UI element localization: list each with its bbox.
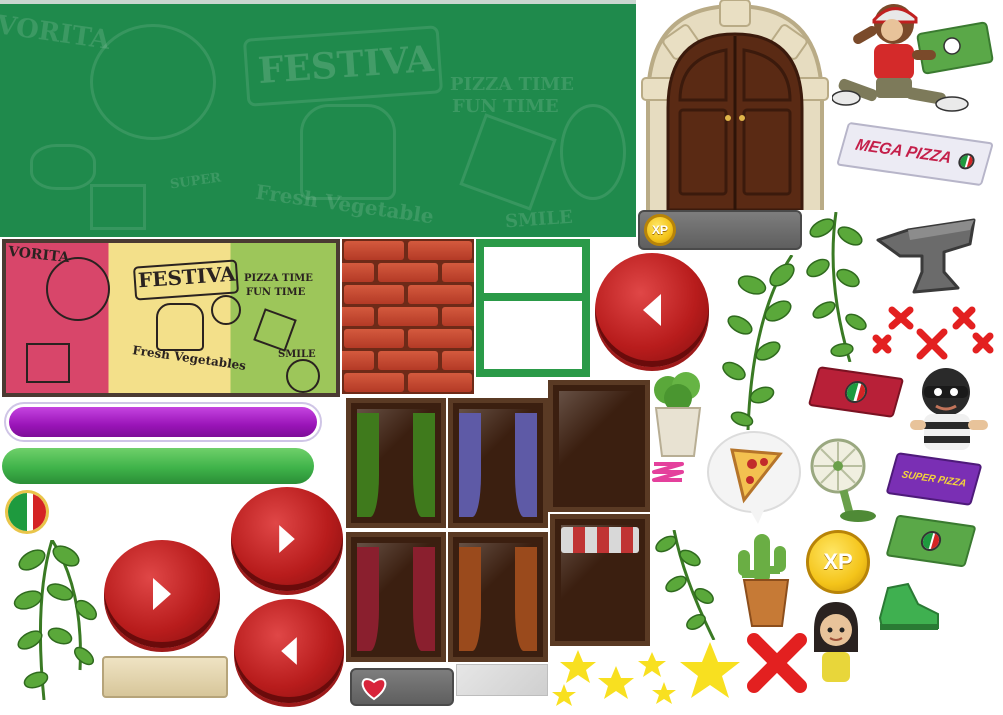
back-icon (281, 637, 297, 665)
banner-tomato-shape (90, 24, 216, 140)
banner-leaf-shape (30, 144, 96, 190)
girl-character (808, 600, 864, 686)
hanging-vine-left (4, 540, 100, 700)
pizza-logo-icon (956, 152, 977, 171)
pizza-slice-speech-bubble (706, 430, 802, 524)
green-pizza-box (885, 514, 977, 568)
red-pizza-box (807, 366, 905, 418)
banner-word-super: SUPER (169, 170, 223, 193)
purple-progress-fill (9, 407, 317, 437)
robber-character (910, 364, 990, 454)
tri-word-smile: SMILE (278, 349, 316, 360)
tri-pizza-slice-shape (253, 308, 297, 352)
banner-word-favorita: VORITA (0, 10, 112, 56)
big-red-x-icon (744, 630, 810, 696)
xp-counter-plate: XP (638, 210, 802, 250)
hearts-counter-plate (350, 668, 454, 706)
banner-word-smile: SMILE (504, 206, 574, 233)
tri-mushroom-shape (156, 303, 204, 351)
green-window-frame (476, 239, 590, 377)
mega-pizza-box: MEGA PIZZA (836, 121, 994, 187)
tri-tomato-shape (46, 257, 110, 321)
banner-car-shape (90, 184, 146, 230)
pizza-logo-icon (918, 529, 944, 553)
xp-coin-label: XP (651, 223, 668, 237)
red-x-marks-cluster (868, 304, 998, 362)
xp-coin-large-icon: XP (806, 530, 870, 594)
hanging-vine-right (806, 212, 872, 362)
stone-slab (102, 656, 228, 698)
play-button-small[interactable] (231, 487, 343, 591)
play-button-large[interactable] (104, 540, 220, 648)
banner-pizza-slice-shape (459, 113, 557, 211)
potted-cactus (730, 528, 800, 628)
super-pizza-box-label: SUPER PIZZA (900, 468, 968, 490)
door-with-stone-arch[interactable] (640, 0, 830, 212)
festive-banner: VORITA FESTIVA PIZZA TIME FUN TIME Fresh… (0, 0, 636, 237)
small-stars-cluster (552, 648, 682, 710)
pizza-logo-icon (842, 379, 870, 405)
hanging-vine-small (654, 530, 728, 640)
window-striped-awning (550, 514, 650, 646)
hanging-vine-center (712, 255, 806, 430)
super-pizza-box: SUPER PIZZA (885, 452, 983, 506)
pink-spring (650, 460, 686, 488)
tricolor-festiva-banner: VORITA FESTIVA PIZZA TIME FUN TIME Fresh… (2, 239, 340, 397)
back-icon (643, 294, 661, 326)
xp-coin-large-label: XP (823, 549, 853, 574)
window-green-curtain (346, 398, 446, 528)
banner-mushroom-shape (300, 104, 396, 200)
window-blue-curtain (448, 398, 548, 528)
window-red-curtain (346, 532, 446, 662)
green-shoe (878, 582, 942, 634)
play-icon (279, 525, 295, 553)
brick-wall-tile (342, 239, 474, 394)
green-progress-bar (2, 448, 314, 484)
heart-icon (361, 678, 387, 701)
back-button-small[interactable] (234, 599, 344, 703)
banner-word-fun-time: FUN TIME (452, 96, 559, 117)
delivery-monkey-character (831, 0, 1002, 118)
window-plain-glass (548, 380, 650, 512)
electric-fan (808, 434, 878, 524)
banner-bike-wheel-shape (560, 104, 626, 200)
play-icon (153, 578, 171, 610)
tri-word-fun-time: FUN TIME (246, 287, 306, 298)
tri-building-shape (26, 343, 70, 383)
tri-pepper-shape (211, 295, 241, 325)
tri-word-pizza-time: PIZZA TIME (244, 273, 313, 284)
mega-pizza-box-label: MEGA PIZZA (853, 136, 954, 168)
tri-bike-wheel-shape (286, 359, 320, 393)
xp-coin-icon: XP (644, 214, 676, 246)
banner-word-pizza-time: PIZZA TIME (450, 74, 574, 95)
back-button-large[interactable] (595, 253, 709, 367)
pizza-logo-badge-icon (5, 490, 49, 534)
window-orange-curtain (448, 532, 548, 662)
anvil (874, 210, 980, 300)
purple-progress-track (4, 402, 322, 442)
large-star-icon (678, 640, 742, 704)
potted-shrub (650, 372, 706, 458)
floor-tile (456, 664, 548, 696)
